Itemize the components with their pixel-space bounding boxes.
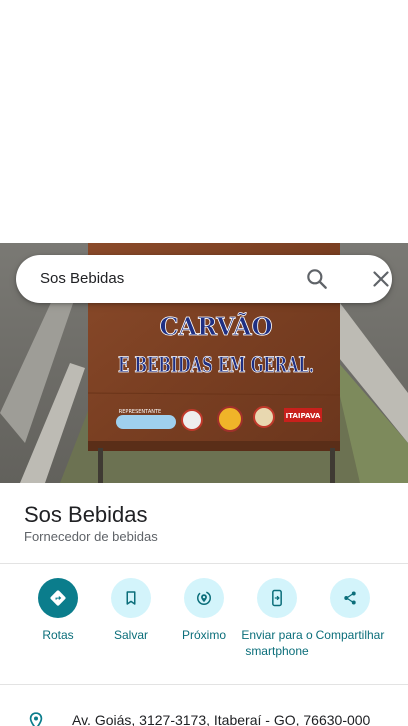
divider xyxy=(0,563,408,564)
search-icon[interactable] xyxy=(304,266,330,292)
save-label: Salvar xyxy=(113,628,148,642)
place-title: Sos Bebidas xyxy=(24,502,148,527)
send-to-phone-icon xyxy=(257,578,297,618)
location-pin-icon xyxy=(26,710,46,726)
nearby-icon xyxy=(184,578,224,618)
place-category[interactable]: Fornecedor de bebidas xyxy=(24,529,158,544)
sign-line2: E BEBIDAS EM GERAL. xyxy=(118,352,314,377)
directions-icon xyxy=(38,578,78,618)
address-row[interactable]: Av. Goiás, 3127-3173, Itaberaí - GO, 766… xyxy=(0,700,408,726)
water-logo xyxy=(116,415,176,429)
divider xyxy=(0,684,408,685)
close-icon[interactable] xyxy=(368,266,394,292)
send-to-phone-label: Enviar para o smartphone xyxy=(241,628,313,658)
search-bar[interactable]: Sos Bebidas xyxy=(16,255,392,303)
address-text: Av. Goiás, 3127-3173, Itaberaí - GO, 766… xyxy=(72,712,371,726)
send-to-phone-button[interactable]: Enviar para o smartphone xyxy=(240,578,314,659)
share-icon xyxy=(330,578,370,618)
directions-label: Rotas xyxy=(42,628,74,642)
nearby-label: Próximo xyxy=(181,628,226,642)
share-label: Compartilhar xyxy=(315,628,385,642)
sign-line1: CARVÃO xyxy=(159,312,272,341)
share-button[interactable]: Compartilhar xyxy=(313,578,387,643)
action-buttons: Rotas Salvar Próximo Enviar para o smart… xyxy=(0,578,408,678)
brand-logo xyxy=(253,406,275,428)
directions-button[interactable]: Rotas xyxy=(21,578,95,643)
brand-logo xyxy=(181,409,203,431)
bookmark-icon xyxy=(111,578,151,618)
search-input[interactable]: Sos Bebidas xyxy=(40,255,124,303)
itaipava-text: ITAIPAVA xyxy=(286,412,321,420)
sign-small-text: REPRESENTANTE xyxy=(119,409,161,415)
save-button[interactable]: Salvar xyxy=(94,578,168,643)
nearby-button[interactable]: Próximo xyxy=(167,578,241,643)
brand-logo xyxy=(217,406,243,432)
